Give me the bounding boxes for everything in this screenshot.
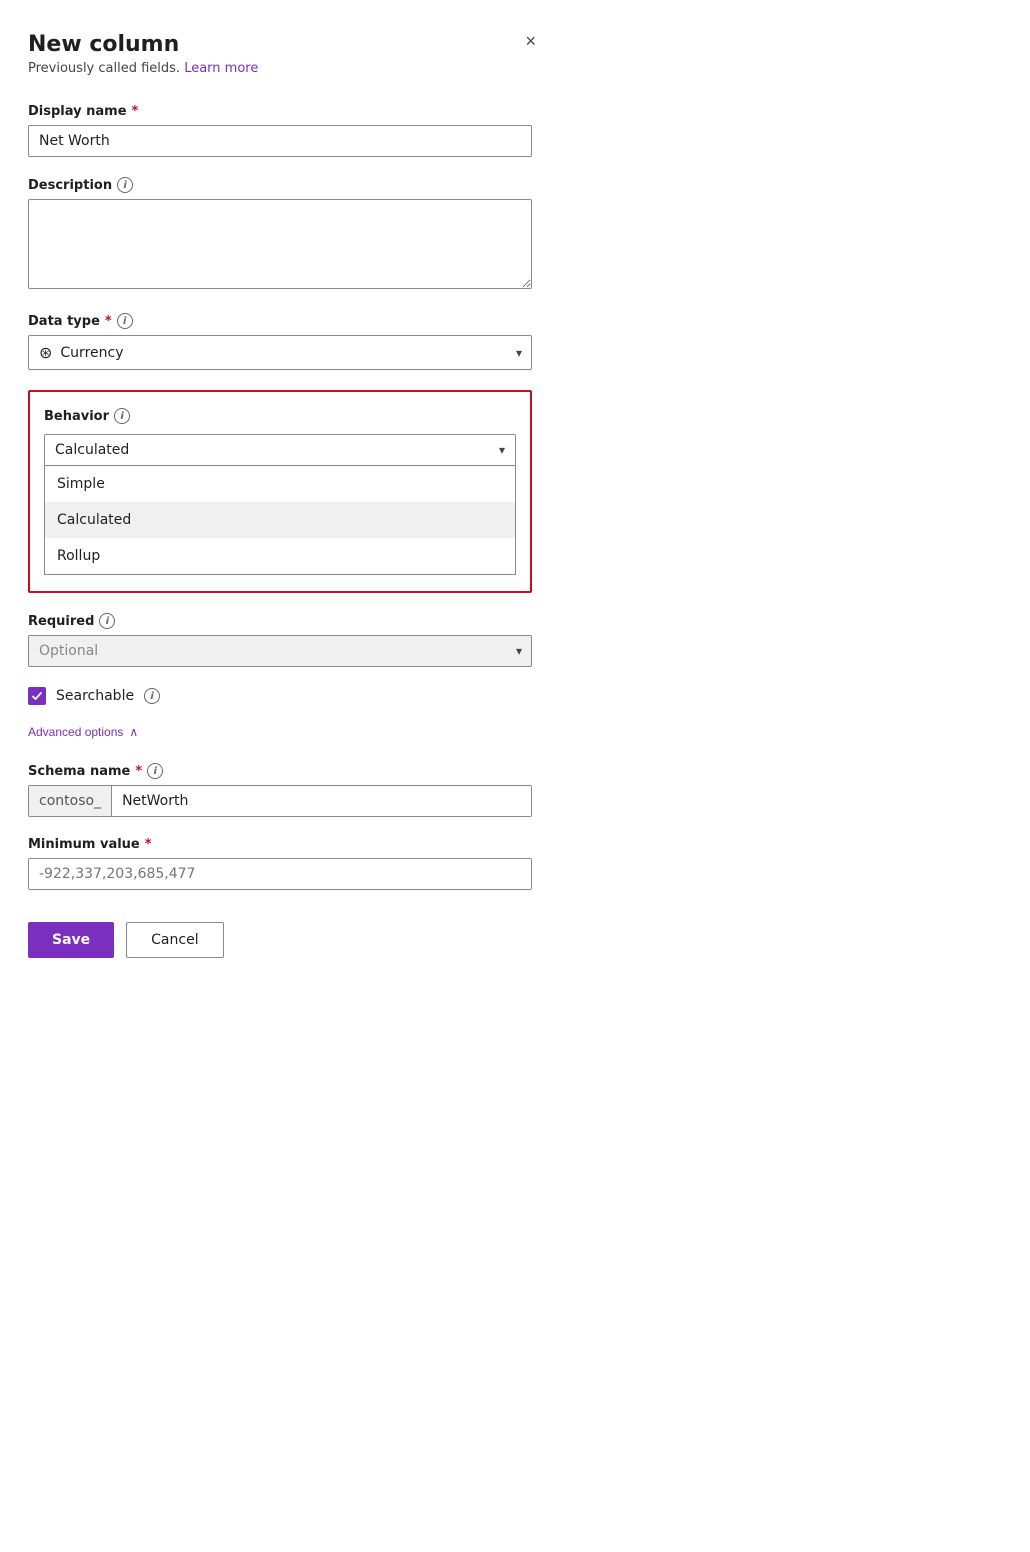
schema-name-label: Schema name * i — [28, 763, 532, 779]
advanced-options-toggle[interactable]: Advanced options ∧ — [28, 725, 138, 739]
behavior-section: Behavior i Calculated ▾ Simple Calculate… — [28, 390, 532, 593]
minimum-value-group: Minimum value * — [28, 837, 532, 890]
save-button[interactable]: Save — [28, 922, 114, 958]
data-type-group: Data type * i ⊛ Currency ▾ — [28, 313, 532, 370]
panel-title: New column — [28, 32, 532, 57]
required-label: Required i — [28, 613, 532, 629]
behavior-option-simple[interactable]: Simple — [45, 466, 515, 502]
required-group: Required i Optional ▾ — [28, 613, 532, 667]
searchable-row: Searchable i — [28, 687, 532, 705]
cancel-button[interactable]: Cancel — [126, 922, 223, 958]
schema-name-info-icon: i — [147, 763, 163, 779]
description-label: Description i — [28, 177, 532, 193]
schema-name-input-row: contoso_ — [28, 785, 532, 817]
schema-name-input[interactable] — [112, 786, 531, 816]
data-type-info-icon: i — [117, 313, 133, 329]
data-type-label: Data type * i — [28, 313, 532, 329]
currency-icon: ⊛ — [39, 343, 52, 362]
data-type-display[interactable]: ⊛ Currency — [28, 335, 532, 370]
schema-name-group: Schema name * i contoso_ — [28, 763, 532, 817]
required-select[interactable]: Optional ▾ — [28, 635, 532, 667]
description-info-icon: i — [117, 177, 133, 193]
required-star: * — [132, 104, 139, 119]
behavior-dropdown[interactable]: Calculated ▾ Simple Calculated Rollup — [44, 434, 516, 575]
display-name-group: Display name * — [28, 104, 532, 157]
new-column-panel: × New column Previously called fields. L… — [0, 0, 560, 998]
required-display[interactable]: Optional — [28, 635, 532, 667]
minimum-value-label: Minimum value * — [28, 837, 532, 852]
learn-more-link[interactable]: Learn more — [184, 61, 258, 76]
description-group: Description i — [28, 177, 532, 293]
behavior-label: Behavior i — [44, 408, 516, 424]
behavior-dropdown-list: Simple Calculated Rollup — [44, 466, 516, 575]
searchable-label: Searchable — [56, 688, 134, 704]
description-input[interactable] — [28, 199, 532, 289]
minimum-value-required-star: * — [145, 837, 152, 852]
close-button[interactable]: × — [521, 28, 540, 54]
button-row: Save Cancel — [28, 922, 532, 958]
behavior-chevron-icon: ▾ — [499, 443, 505, 457]
checkmark-icon — [31, 690, 43, 702]
schema-name-prefix: contoso_ — [29, 786, 112, 816]
searchable-info-icon: i — [144, 688, 160, 704]
advanced-options-chevron-icon: ∧ — [129, 725, 138, 739]
required-info-icon: i — [99, 613, 115, 629]
behavior-option-rollup[interactable]: Rollup — [45, 538, 515, 574]
display-name-label: Display name * — [28, 104, 532, 119]
searchable-checkbox[interactable] — [28, 687, 46, 705]
panel-subtitle: Previously called fields. Learn more — [28, 61, 532, 76]
minimum-value-input[interactable] — [28, 858, 532, 890]
schema-name-required-star: * — [135, 764, 142, 779]
behavior-selected[interactable]: Calculated ▾ — [44, 434, 516, 466]
behavior-info-icon: i — [114, 408, 130, 424]
behavior-option-calculated[interactable]: Calculated — [45, 502, 515, 538]
data-type-required-star: * — [105, 314, 112, 329]
display-name-input[interactable] — [28, 125, 532, 157]
data-type-select[interactable]: ⊛ Currency ▾ — [28, 335, 532, 370]
